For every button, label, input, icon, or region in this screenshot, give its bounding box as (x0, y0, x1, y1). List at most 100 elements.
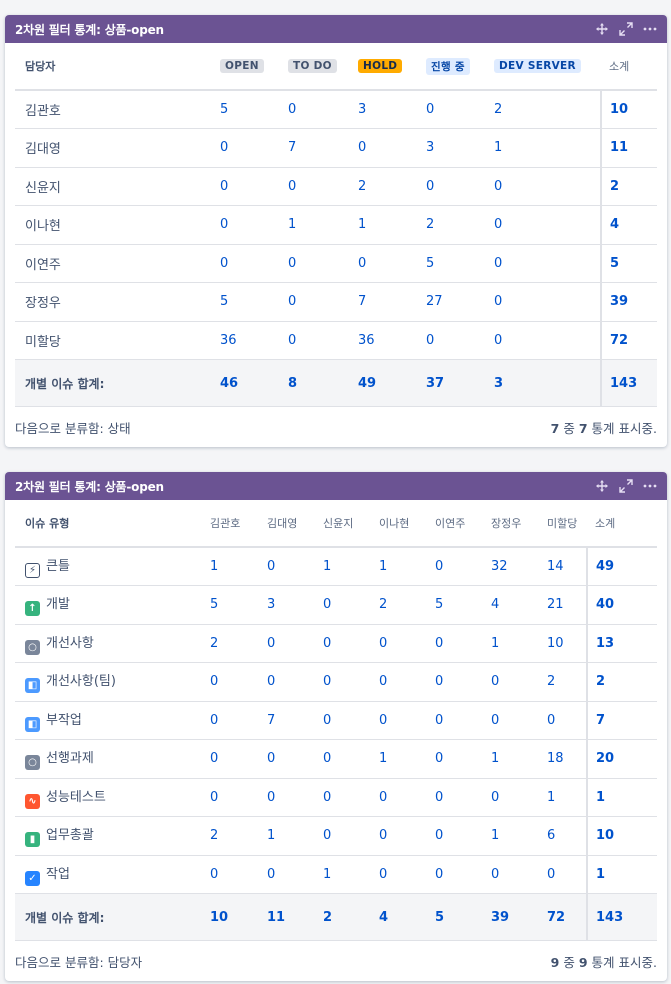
row-total-link[interactable]: 2 (586, 662, 657, 702)
count-link[interactable]: 10 (537, 624, 587, 663)
count-link[interactable]: 32 (481, 547, 537, 586)
count-link[interactable]: 0 (278, 282, 348, 322)
count-link[interactable]: 0 (481, 778, 537, 817)
count-link[interactable]: 2 (200, 624, 257, 663)
row-total-link[interactable]: 7 (586, 701, 657, 740)
count-link[interactable]: 0 (278, 167, 348, 206)
count-link[interactable]: 2 (200, 816, 257, 856)
column-sum-link[interactable]: 39 (481, 893, 537, 941)
count-link[interactable]: 27 (416, 282, 484, 322)
count-link[interactable]: 0 (481, 662, 537, 702)
count-link[interactable]: 0 (425, 624, 481, 663)
count-link[interactable]: 0 (484, 205, 601, 245)
row-total-link[interactable]: 2 (600, 167, 657, 206)
count-link[interactable]: 21 (537, 585, 587, 625)
column-sum-link[interactable]: 10 (200, 893, 257, 941)
row-total-link[interactable]: 1 (586, 778, 657, 817)
column-sum-link[interactable]: 5 (425, 893, 481, 941)
count-link[interactable]: 0 (313, 739, 369, 779)
count-link[interactable]: 1 (369, 547, 425, 586)
count-link[interactable]: 7 (348, 282, 416, 322)
count-link[interactable]: 0 (348, 244, 416, 283)
row-total-link[interactable]: 72 (600, 321, 657, 360)
count-link[interactable]: 0 (200, 739, 257, 779)
count-link[interactable]: 2 (537, 662, 587, 702)
count-link[interactable]: 0 (313, 778, 369, 817)
count-link[interactable]: 0 (313, 816, 369, 856)
expand-icon[interactable] (619, 22, 633, 36)
count-link[interactable]: 0 (278, 321, 348, 360)
count-link[interactable]: 0 (210, 128, 278, 168)
count-link[interactable]: 5 (425, 585, 481, 625)
row-total-link[interactable]: 39 (600, 282, 657, 322)
count-link[interactable]: 1 (257, 816, 313, 856)
assignee-column-header[interactable]: 김대영 (257, 500, 313, 548)
more-icon[interactable] (643, 22, 657, 36)
count-link[interactable]: 0 (425, 778, 481, 817)
count-link[interactable]: 0 (210, 167, 278, 206)
count-link[interactable]: 6 (537, 816, 587, 856)
assignee-column-header[interactable]: 미할당 (537, 500, 587, 548)
row-total-link[interactable]: 49 (586, 547, 657, 586)
count-link[interactable]: 0 (200, 701, 257, 740)
assignee-column-header[interactable]: 이나현 (369, 500, 425, 548)
count-link[interactable]: 0 (369, 701, 425, 740)
count-link[interactable]: 0 (425, 547, 481, 586)
column-sum-link[interactable]: 3 (484, 359, 601, 407)
count-link[interactable]: 3 (416, 128, 484, 168)
count-link[interactable]: 0 (200, 778, 257, 817)
count-link[interactable]: 0 (257, 662, 313, 702)
assignee-column-header[interactable]: 신윤지 (313, 500, 369, 548)
count-link[interactable]: 1 (348, 205, 416, 245)
status-lozenge-hold[interactable]: HOLD (358, 59, 403, 73)
count-link[interactable]: 0 (425, 662, 481, 702)
count-link[interactable]: 0 (313, 585, 369, 625)
count-link[interactable]: 0 (425, 701, 481, 740)
count-link[interactable]: 0 (278, 90, 348, 129)
assignee-column-header[interactable]: 장정우 (481, 500, 537, 548)
count-link[interactable]: 0 (313, 662, 369, 702)
count-link[interactable]: 1 (313, 855, 369, 894)
assignee-column-header[interactable]: 김관호 (200, 500, 257, 548)
count-link[interactable]: 1 (481, 816, 537, 856)
count-link[interactable]: 36 (210, 321, 278, 360)
count-link[interactable]: 1 (200, 547, 257, 586)
count-link[interactable]: 0 (369, 816, 425, 856)
count-link[interactable]: 0 (416, 167, 484, 206)
count-link[interactable]: 0 (484, 321, 601, 360)
count-link[interactable]: 0 (484, 282, 601, 322)
move-icon[interactable] (595, 22, 609, 36)
more-icon[interactable] (643, 479, 657, 493)
row-total-link[interactable]: 10 (586, 816, 657, 856)
count-link[interactable]: 0 (425, 855, 481, 894)
count-link[interactable]: 1 (313, 547, 369, 586)
grand-total-link[interactable]: 143 (586, 893, 657, 941)
row-total-link[interactable]: 20 (586, 739, 657, 779)
count-link[interactable]: 0 (313, 701, 369, 740)
count-link[interactable]: 3 (257, 585, 313, 625)
count-link[interactable]: 18 (537, 739, 587, 779)
count-link[interactable]: 0 (369, 855, 425, 894)
count-link[interactable]: 7 (278, 128, 348, 168)
count-link[interactable]: 0 (484, 244, 601, 283)
column-sum-link[interactable]: 11 (257, 893, 313, 941)
grand-total-link[interactable]: 143 (600, 359, 657, 407)
assignee-column-header[interactable]: 이연주 (425, 500, 481, 548)
count-link[interactable]: 0 (537, 701, 587, 740)
count-link[interactable]: 0 (416, 321, 484, 360)
status-lozenge-todo[interactable]: TO DO (288, 59, 337, 73)
column-sum-link[interactable]: 2 (313, 893, 369, 941)
move-icon[interactable] (595, 479, 609, 493)
count-link[interactable]: 5 (210, 90, 278, 129)
count-link[interactable]: 1 (369, 739, 425, 779)
count-link[interactable]: 0 (210, 205, 278, 245)
count-link[interactable]: 5 (200, 585, 257, 625)
count-link[interactable]: 14 (537, 547, 587, 586)
count-link[interactable]: 0 (481, 855, 537, 894)
column-sum-link[interactable]: 49 (348, 359, 416, 407)
row-total-link[interactable]: 4 (600, 205, 657, 245)
column-sum-link[interactable]: 37 (416, 359, 484, 407)
row-total-link[interactable]: 1 (586, 855, 657, 894)
count-link[interactable]: 0 (425, 739, 481, 779)
count-link[interactable]: 0 (200, 855, 257, 894)
